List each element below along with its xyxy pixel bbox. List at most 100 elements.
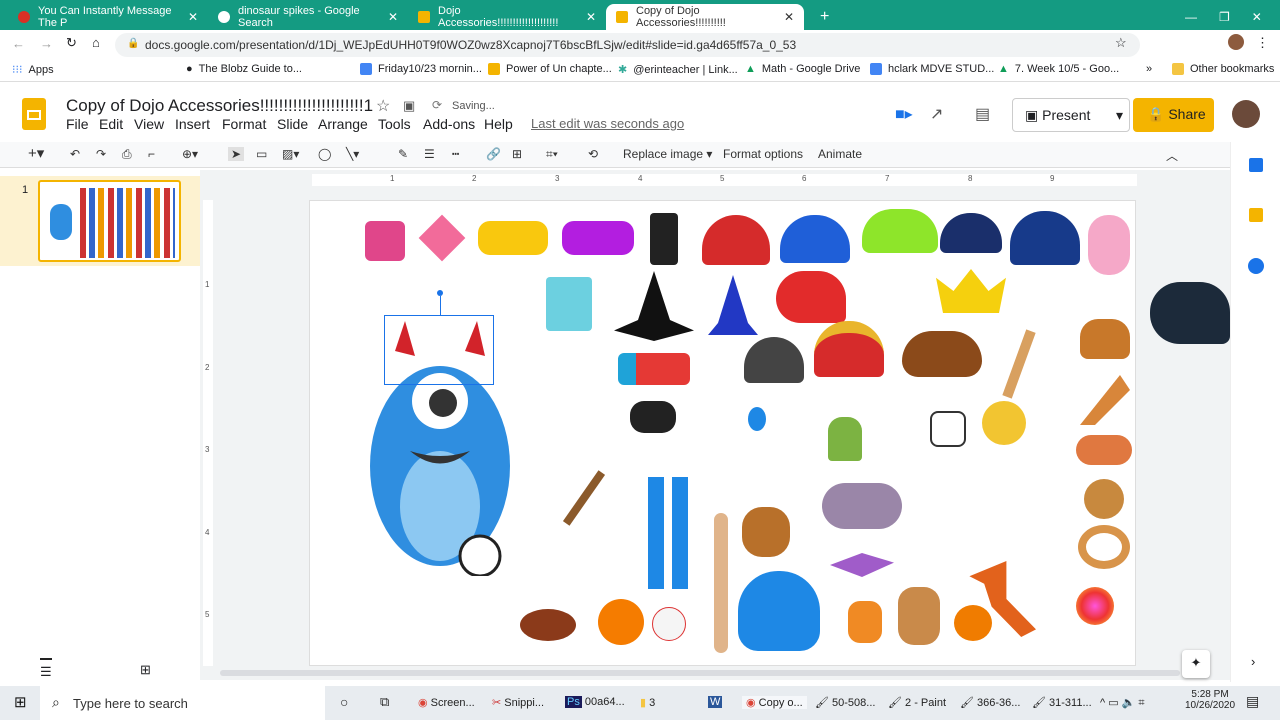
selection-box[interactable] (384, 290, 494, 385)
redo-icon[interactable]: ↷ (96, 147, 106, 161)
filmstrip-view-icon[interactable]: ☰ (40, 658, 52, 680)
replace-image-button[interactable]: Replace image ▾ (623, 147, 712, 161)
slide-thumbnail-selected[interactable]: 1 (0, 176, 200, 266)
nintendo-switch-image[interactable] (618, 353, 690, 385)
new-slide-icon[interactable]: +▾ (28, 144, 44, 162)
window-controls[interactable]: — ❐ ✕ (1175, 4, 1272, 30)
calendar-icon[interactable] (1249, 158, 1263, 172)
horizontal-ruler[interactable]: 1 2 3 4 5 6 7 8 9 (312, 174, 1137, 186)
new-tab-button[interactable]: + (810, 4, 839, 30)
image-icon[interactable]: ▨▾ (282, 147, 299, 161)
task-view-icon[interactable]: ⧉ (380, 694, 389, 710)
basketball-image[interactable] (598, 599, 644, 645)
witch-hat-image[interactable] (614, 271, 694, 341)
purple-bowtie-image[interactable] (562, 221, 634, 255)
taskbar-app[interactable]: 🖌 2 - Paint (888, 696, 946, 709)
menu-addons[interactable]: Add-ons (423, 116, 475, 132)
pumpkin-image[interactable] (954, 605, 992, 641)
document-title[interactable]: Copy of Dojo Accessories!!!!!!!!!!!!!!!!… (66, 96, 373, 116)
taskbar-word[interactable]: W (708, 696, 723, 708)
other-bookmarks[interactable]: Other bookmarks (1172, 63, 1274, 75)
red-beanie-image[interactable] (702, 215, 770, 265)
menu-slide[interactable]: Slide (277, 116, 308, 132)
crop-icon[interactable]: ⌗▾ (546, 147, 558, 162)
taskbar-app[interactable]: ✂ Snippi... (492, 696, 544, 709)
skis-image[interactable] (648, 477, 688, 589)
cowboy-hat-image[interactable] (902, 331, 982, 377)
balloon-image[interactable] (748, 407, 766, 431)
slide-thumbnail[interactable] (38, 180, 181, 262)
bookmark[interactable]: ✱ @erinteacher | Link... (618, 63, 738, 77)
paint-format-icon[interactable]: ⌐ (148, 147, 155, 161)
menu-format[interactable]: Format (222, 116, 266, 132)
handbag-image[interactable] (365, 221, 405, 261)
taskbar-app[interactable]: Ps 00a64... (565, 696, 625, 708)
back-icon[interactable]: ← (12, 36, 25, 51)
game-controller-image[interactable] (630, 401, 676, 433)
animate-button[interactable]: Animate (818, 147, 862, 161)
paintbrush-image[interactable] (1002, 329, 1036, 399)
reload-icon[interactable]: ↻ (66, 35, 77, 51)
triceratops-image[interactable] (822, 483, 902, 529)
explore-button[interactable]: ✦ (1182, 650, 1210, 678)
bookmark[interactable]: ● The Blobz Guide to... (186, 63, 302, 75)
taskbar-app[interactable]: ▮ 3 (640, 696, 655, 709)
hockey-stick-image[interactable] (562, 470, 606, 526)
baseball-glove-image[interactable] (742, 507, 790, 557)
last-edit-link[interactable]: Last edit was seconds ago (531, 116, 684, 131)
menu-insert[interactable]: Insert (175, 116, 210, 132)
star-icon[interactable]: ☆ (376, 96, 390, 116)
yellow-bowtie-image[interactable] (478, 221, 548, 255)
blue-beanie-image[interactable] (780, 215, 850, 263)
present-button[interactable]: ▣ Present ▾ (1012, 98, 1130, 132)
pterodactyl-image[interactable] (830, 553, 894, 577)
select-icon[interactable]: ➤ (228, 147, 245, 161)
comment-icon[interactable]: ▤ (975, 104, 990, 124)
move-folder-icon[interactable]: ▣ (403, 98, 415, 114)
comment-add-icon[interactable]: ⊞ (512, 147, 522, 161)
gold-crown-image[interactable] (936, 269, 1006, 313)
bookmark[interactable]: ▲ 7. Week 10/5 - Goo... (998, 63, 1119, 75)
activity-icon[interactable]: ↗ (930, 104, 943, 124)
bookmark[interactable]: hclark MDVE STUD... (870, 63, 994, 75)
print-icon[interactable]: ⎙ (122, 147, 132, 162)
taskbar-search[interactable]: ⌕ Type here to search (40, 686, 325, 720)
paint-palette-image[interactable] (982, 401, 1026, 445)
close-icon[interactable]: ✕ (586, 10, 596, 24)
taskbar-app[interactable]: 🖌 31-311... (1032, 696, 1092, 709)
expand-panel-icon[interactable]: › (1251, 654, 1255, 669)
line-icon[interactable]: ╲▾ (346, 147, 359, 161)
close-icon[interactable]: ✕ (784, 10, 794, 24)
keep-icon[interactable] (1249, 208, 1263, 222)
slide[interactable] (309, 200, 1136, 666)
menu-edit[interactable]: Edit (99, 116, 123, 132)
tab-2[interactable]: dinosaur spikes - Google Search ✕ (208, 4, 408, 30)
fox-image[interactable] (848, 601, 882, 643)
menu-tools[interactable]: Tools (378, 116, 411, 132)
user-avatar[interactable] (1232, 100, 1260, 128)
wizard-hat-image[interactable] (708, 275, 758, 335)
pen-icon[interactable]: ✎ (398, 147, 408, 161)
baseball-bat-image[interactable] (714, 513, 728, 653)
hamburger-image[interactable] (1080, 319, 1130, 359)
link-icon[interactable]: 🔗 (486, 147, 501, 161)
pretzel-image[interactable] (1078, 525, 1130, 569)
meet-icon[interactable]: ■▸ (895, 104, 913, 124)
tab-1[interactable]: You Can Instantly Message The P ✕ (8, 4, 208, 30)
green-cap-image[interactable] (862, 209, 938, 253)
horizontal-scrollbar[interactable] (220, 670, 1180, 676)
maximize-icon[interactable]: ❐ (1219, 10, 1230, 24)
vertical-ruler[interactable]: 1 2 3 4 5 (203, 200, 213, 666)
format-options-button[interactable]: Format options (723, 147, 803, 161)
tab-4[interactable]: Copy of Dojo Accessories!!!!!!!!!! ✕ (606, 4, 804, 30)
royal-crown-image[interactable] (814, 321, 884, 377)
home-icon[interactable]: ⌂ (92, 35, 100, 50)
shape-icon[interactable]: ◯ (318, 147, 331, 161)
grid-view-icon[interactable]: ⊞ (140, 662, 151, 678)
menu-icon[interactable]: ⋮ (1256, 35, 1269, 51)
book-image[interactable] (546, 277, 592, 331)
tab-3[interactable]: Dojo Accessories!!!!!!!!!!!!!!!!!!!! ✕ (408, 4, 606, 30)
puppy-image[interactable] (898, 587, 940, 645)
border-weight-icon[interactable]: ☰ (424, 147, 435, 161)
cotton-candy-image[interactable] (1088, 215, 1130, 275)
